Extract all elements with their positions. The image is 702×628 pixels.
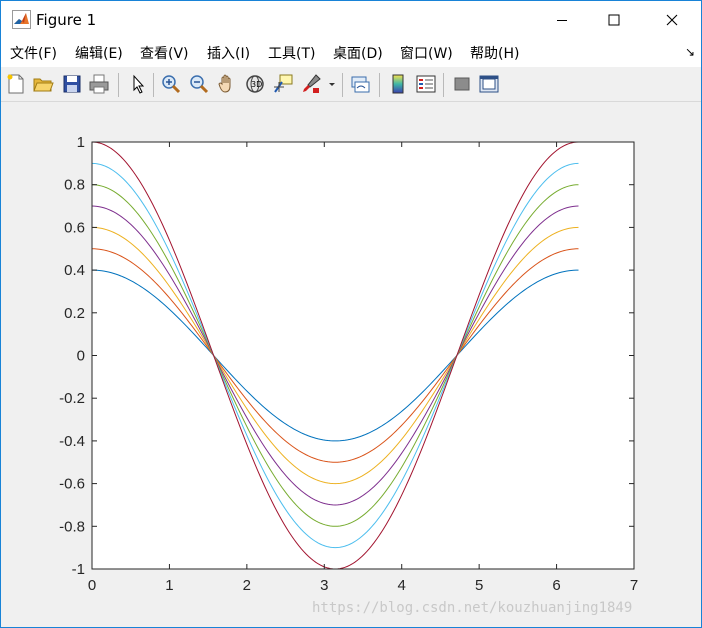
zoom-out-icon[interactable] bbox=[188, 73, 210, 95]
y-tick-label: 0 bbox=[77, 348, 85, 365]
y-tick-label: -0.4 bbox=[59, 433, 85, 450]
data-cursor-icon[interactable] bbox=[272, 73, 294, 95]
svg-text:3D: 3D bbox=[251, 80, 262, 89]
toolbar-separator bbox=[379, 73, 380, 97]
toolbar-separator bbox=[153, 73, 154, 97]
y-tick-label: 0.2 bbox=[64, 305, 85, 322]
minimize-icon bbox=[557, 20, 567, 21]
open-file-icon[interactable] bbox=[32, 73, 54, 95]
x-tick-label: 3 bbox=[320, 577, 328, 594]
matlab-logo-icon bbox=[12, 10, 31, 29]
menu-file[interactable]: 文件(F) bbox=[10, 45, 57, 63]
new-figure-icon[interactable] bbox=[5, 73, 27, 95]
title-bar[interactable]: Figure 1 bbox=[1, 1, 701, 39]
x-tick-label: 2 bbox=[243, 577, 251, 594]
y-tick-label: -0.6 bbox=[59, 476, 85, 493]
close-icon bbox=[666, 14, 678, 26]
axes-background bbox=[92, 142, 634, 569]
y-tick-label: -0.8 bbox=[59, 518, 85, 535]
save-icon[interactable] bbox=[61, 73, 83, 95]
y-tick-label: 0.6 bbox=[64, 219, 85, 236]
figure-canvas: 0 1 2 3 4 5 6 7 -1 -0.8 -0.6 -0.4 -0.2 0 0.2 0.4 0.6 0.8 1 bbox=[1, 102, 701, 627]
y-tick-label: 1 bbox=[77, 134, 85, 151]
y-tick-label: 0.4 bbox=[64, 262, 85, 279]
maximize-button[interactable] bbox=[591, 1, 637, 39]
menu-edit[interactable]: 编辑(E) bbox=[75, 45, 123, 63]
y-tick-label: -0.2 bbox=[59, 390, 85, 407]
show-plot-tools-icon[interactable] bbox=[478, 73, 500, 95]
x-tick-label: 5 bbox=[475, 577, 483, 594]
menu-help[interactable]: 帮助(H) bbox=[470, 45, 519, 63]
y-tick-label: 0.8 bbox=[64, 177, 85, 194]
x-tick-label: 1 bbox=[165, 577, 173, 594]
watermark-text: https://blog.csdn.net/kouzhuanjing1849 bbox=[312, 600, 633, 616]
toolbar-separator bbox=[443, 73, 444, 97]
dock-arrow-icon[interactable]: ↘ bbox=[685, 45, 695, 59]
insert-legend-icon[interactable] bbox=[415, 73, 437, 95]
figure-toolbar: 3D bbox=[1, 67, 701, 102]
x-tick-label: 0 bbox=[88, 577, 96, 594]
zoom-in-icon[interactable] bbox=[160, 73, 182, 95]
toolbar-separator bbox=[342, 73, 343, 97]
minimize-button[interactable] bbox=[539, 1, 585, 39]
figure-window: Figure 1 文件(F) 编辑(E) 查看(V) 插入(I) 工具(T) 桌… bbox=[0, 0, 702, 628]
menu-view[interactable]: 查看(V) bbox=[140, 45, 189, 63]
y-tick-label: -1 bbox=[72, 561, 85, 578]
menu-tools[interactable]: 工具(T) bbox=[268, 45, 315, 63]
menu-bar: 文件(F) 编辑(E) 查看(V) 插入(I) 工具(T) 桌面(D) 窗口(W… bbox=[1, 39, 701, 67]
insert-colorbar-icon[interactable] bbox=[387, 73, 409, 95]
pan-hand-icon[interactable] bbox=[216, 73, 238, 95]
menu-window[interactable]: 窗口(W) bbox=[400, 45, 453, 63]
toolbar-separator bbox=[118, 73, 119, 97]
hide-plot-tools-icon[interactable] bbox=[451, 73, 473, 95]
edit-plot-arrow-icon[interactable] bbox=[127, 73, 149, 95]
menu-insert[interactable]: 插入(I) bbox=[207, 45, 250, 63]
brush-dropdown-icon[interactable] bbox=[327, 73, 337, 95]
print-icon[interactable] bbox=[88, 73, 110, 95]
x-tick-label: 6 bbox=[552, 577, 560, 594]
x-tick-label: 7 bbox=[630, 577, 638, 594]
window-title: Figure 1 bbox=[36, 11, 97, 29]
plot-axes[interactable]: 0 1 2 3 4 5 6 7 -1 -0.8 -0.6 -0.4 -0.2 0 0.2 0.4 0.6 0.8 1 bbox=[1, 102, 701, 627]
link-plot-icon[interactable] bbox=[349, 73, 371, 95]
close-button[interactable] bbox=[649, 1, 695, 39]
maximize-icon bbox=[608, 14, 620, 26]
x-tick-label: 4 bbox=[398, 577, 406, 594]
brush-icon[interactable] bbox=[300, 73, 322, 95]
rotate-3d-icon[interactable]: 3D bbox=[244, 73, 266, 95]
menu-desktop[interactable]: 桌面(D) bbox=[333, 45, 383, 63]
